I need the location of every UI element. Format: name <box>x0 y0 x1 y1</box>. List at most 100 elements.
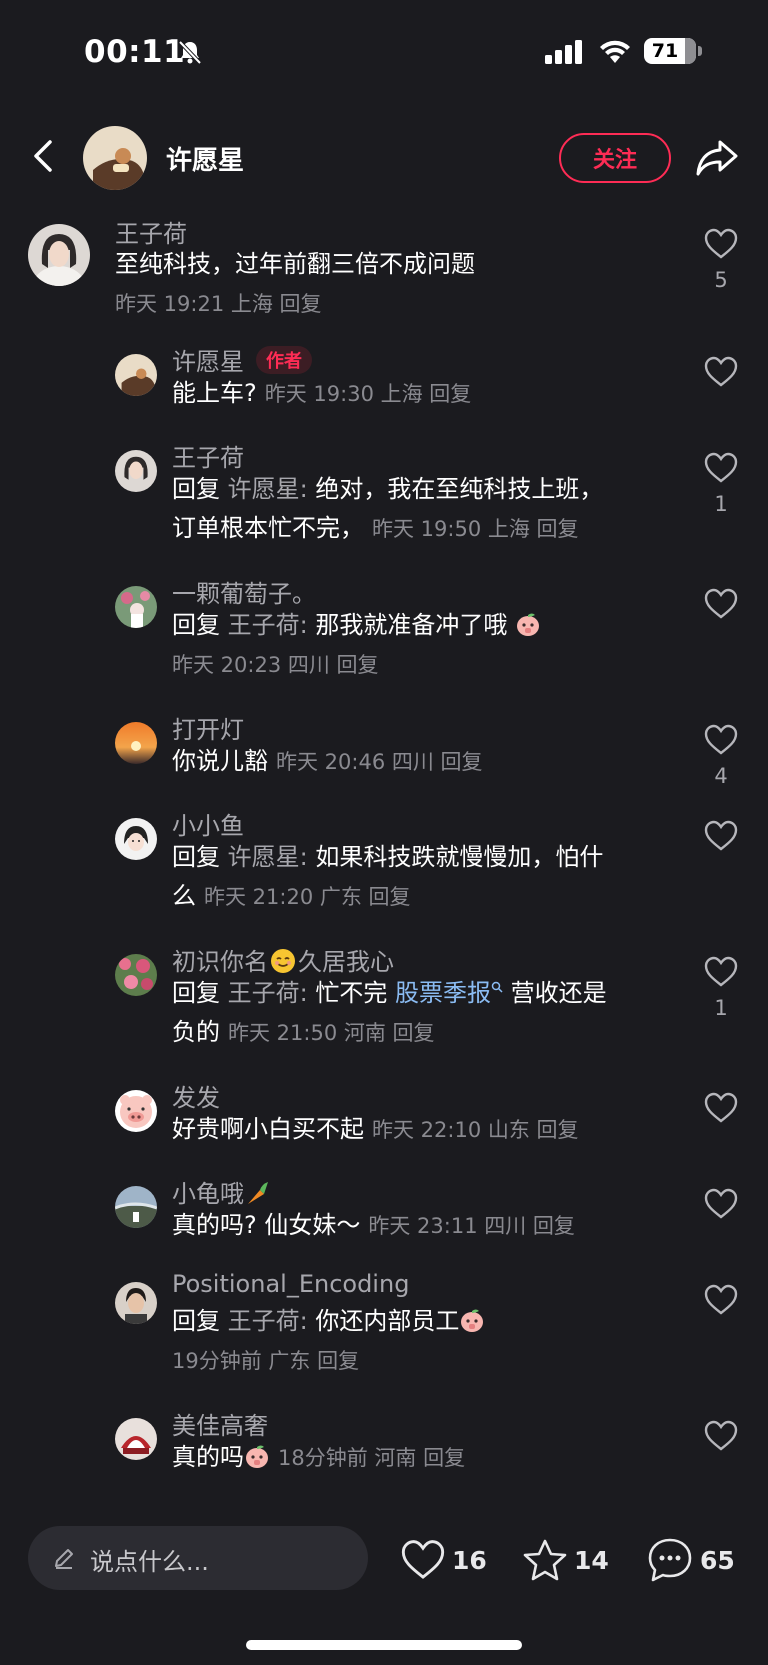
carrot-emoji-icon <box>248 1182 268 1204</box>
status-time: 00:11 <box>84 34 186 70</box>
commenter-name[interactable]: 许愿星 作者 <box>172 342 312 377</box>
comment-text[interactable]: 你说儿豁 昨天 20:46 四川 回复 <box>172 742 483 782</box>
reply-to-name[interactable]: 许愿星: <box>228 843 308 871</box>
commenter-name[interactable]: 小小鱼 <box>172 806 244 841</box>
comment-meta[interactable]: 昨天 23:11 四川 回复 <box>368 1214 575 1238</box>
like-count: 5 <box>714 268 728 292</box>
commenter-avatar[interactable] <box>28 224 90 286</box>
comment-meta[interactable]: 昨天 19:21 上海 回复 <box>115 292 322 316</box>
stock-topic-link[interactable]: 股票季报 <box>395 979 503 1007</box>
like-heart-icon[interactable] <box>704 820 738 852</box>
comment-text-line2[interactable]: 订单根本忙不完， 昨天 19:50 上海 回复 <box>172 509 579 549</box>
comment-input-placeholder: 说点什么... <box>90 1548 209 1576</box>
like-heart-icon[interactable] <box>704 956 738 988</box>
comment-text[interactable]: 回复 许愿星: 绝对，我在至纯科技上班， <box>172 470 603 509</box>
commenter-name[interactable]: 初识你名 久居我心 <box>172 942 394 977</box>
like-heart-icon[interactable] <box>704 1284 738 1316</box>
comment-meta[interactable]: 昨天 19:30 上海 回复 <box>265 382 472 406</box>
commenter-avatar[interactable] <box>115 954 157 996</box>
battery-icon: 71 <box>644 38 696 64</box>
commenter-name[interactable]: Positional_Encoding <box>172 1270 409 1298</box>
comment-list: 王子荷 至纯科技，过年前翻三倍不成问题 昨天 19:21 上海 回复 5 许愿星… <box>0 214 768 1504</box>
commenter-avatar[interactable] <box>115 1418 157 1460</box>
like-heart-icon[interactable] <box>704 1092 738 1124</box>
peach-emoji-icon <box>461 1309 484 1332</box>
comment-meta-line: 昨天 20:23 四川 回复 <box>172 645 379 685</box>
favorite-total: 14 <box>574 1545 609 1575</box>
comment-bubble-icon <box>648 1538 692 1582</box>
like-heart-icon[interactable] <box>704 356 738 388</box>
comment-meta[interactable]: 昨天 21:20 广东 回复 <box>204 885 411 909</box>
comment-meta[interactable]: 昨天 22:10 山东 回复 <box>372 1118 579 1142</box>
peach-emoji-icon <box>246 1445 268 1468</box>
comment-text[interactable]: 回复 王子荷: 忙不完 股票季报 营收还是 <box>172 974 607 1013</box>
commenter-name[interactable]: 王子荷 <box>115 214 187 249</box>
smiling-face-emoji-icon <box>271 949 295 973</box>
comment-text-line2[interactable]: 负的 昨天 21:50 河南 回复 <box>172 1013 435 1053</box>
comment-text-line2[interactable]: 么昨天 21:20 广东 回复 <box>172 877 411 917</box>
commenter-avatar[interactable] <box>115 1090 157 1132</box>
like-heart-icon[interactable] <box>704 1420 738 1452</box>
like-heart-icon[interactable] <box>704 724 738 756</box>
heart-icon <box>401 1540 445 1579</box>
commenter-avatar[interactable] <box>115 354 157 396</box>
commenter-name[interactable]: 美佳高奢 <box>172 1406 268 1441</box>
comment-text[interactable]: 至纯科技，过年前翻三倍不成问题 <box>115 245 475 284</box>
battery-level: 71 <box>651 40 679 62</box>
commenter-avatar[interactable] <box>115 586 157 628</box>
author-name[interactable]: 许愿星 <box>166 140 244 177</box>
home-indicator[interactable] <box>246 1640 522 1650</box>
commenter-name[interactable]: 小龟哦 <box>172 1174 270 1209</box>
comment-text[interactable]: 回复 王子荷: 那我就准备冲了哦 <box>172 606 541 645</box>
like-heart-icon[interactable] <box>704 228 738 260</box>
header: 许愿星 关注 <box>0 110 768 206</box>
comment-input[interactable]: 说点什么... <box>28 1526 368 1590</box>
commenter-avatar[interactable] <box>115 818 157 860</box>
commenter-name[interactable]: 一颗葡萄子。 <box>172 574 316 609</box>
commenter-name[interactable]: 王子荷 <box>172 438 244 473</box>
comment-meta[interactable]: 昨天 19:50 上海 回复 <box>372 517 579 541</box>
pencil-icon <box>55 1549 73 1569</box>
reply-to-name[interactable]: 王子荷: <box>228 1307 308 1335</box>
comment-text[interactable]: 好贵啊小白买不起 昨天 22:10 山东 回复 <box>172 1110 579 1150</box>
comment-text[interactable]: 真的吗? 仙女妹～ 昨天 23:11 四川 回复 <box>172 1206 575 1246</box>
reply-to-name[interactable]: 王子荷: <box>228 611 308 639</box>
like-action[interactable]: 16 <box>400 1538 487 1582</box>
like-heart-icon[interactable] <box>704 588 738 620</box>
reply-to-name[interactable]: 许愿星: <box>228 475 308 503</box>
like-count: 1 <box>714 492 728 516</box>
status-bar: 00:11 71 <box>0 0 768 100</box>
peach-emoji-icon <box>517 613 540 636</box>
author-avatar[interactable] <box>83 126 147 190</box>
like-count: 4 <box>714 764 728 788</box>
commenter-name[interactable]: 发发 <box>172 1078 220 1113</box>
back-chevron-icon[interactable] <box>28 134 64 178</box>
comment-text[interactable]: 回复 王子荷: 你还内部员工 <box>172 1302 485 1341</box>
bell-muted-icon <box>178 40 202 65</box>
follow-button[interactable]: 关注 <box>559 133 671 183</box>
commenter-avatar[interactable] <box>115 450 157 492</box>
comment-meta[interactable]: 昨天 21:50 河南 回复 <box>228 1021 435 1045</box>
like-heart-icon[interactable] <box>704 452 738 484</box>
comment-meta[interactable]: 昨天 20:23 四川 回复 <box>172 653 379 677</box>
reply-to-name[interactable]: 王子荷: <box>228 979 308 1007</box>
share-arrow-icon[interactable] <box>694 134 740 180</box>
comment-meta-line: 昨天 19:21 上海 回复 <box>115 284 322 324</box>
commenter-avatar[interactable] <box>115 1282 157 1324</box>
comment-meta[interactable]: 19分钟前 广东 回复 <box>172 1349 359 1373</box>
favorite-action[interactable]: 14 <box>522 1538 609 1582</box>
star-icon <box>523 1539 567 1581</box>
commenter-avatar[interactable] <box>115 1186 157 1228</box>
comment-text[interactable]: 能上车? 昨天 19:30 上海 回复 <box>172 374 471 414</box>
comment-meta[interactable]: 18分钟前 河南 回复 <box>278 1446 465 1470</box>
comment-meta[interactable]: 昨天 20:46 四川 回复 <box>276 750 483 774</box>
comment-text[interactable]: 回复 许愿星: 如果科技跌就慢慢加，怕什 <box>172 838 603 877</box>
commenter-name[interactable]: 打开灯 <box>172 710 244 745</box>
comment-action[interactable]: 65 <box>646 1538 735 1582</box>
like-heart-icon[interactable] <box>704 1188 738 1220</box>
comment-text[interactable]: 真的吗 18分钟前 河南 回复 <box>172 1438 465 1478</box>
battery-empty-part <box>685 38 696 64</box>
signal-icon <box>545 40 582 64</box>
commenter-avatar[interactable] <box>115 722 157 764</box>
author-badge: 作者 <box>256 346 312 374</box>
